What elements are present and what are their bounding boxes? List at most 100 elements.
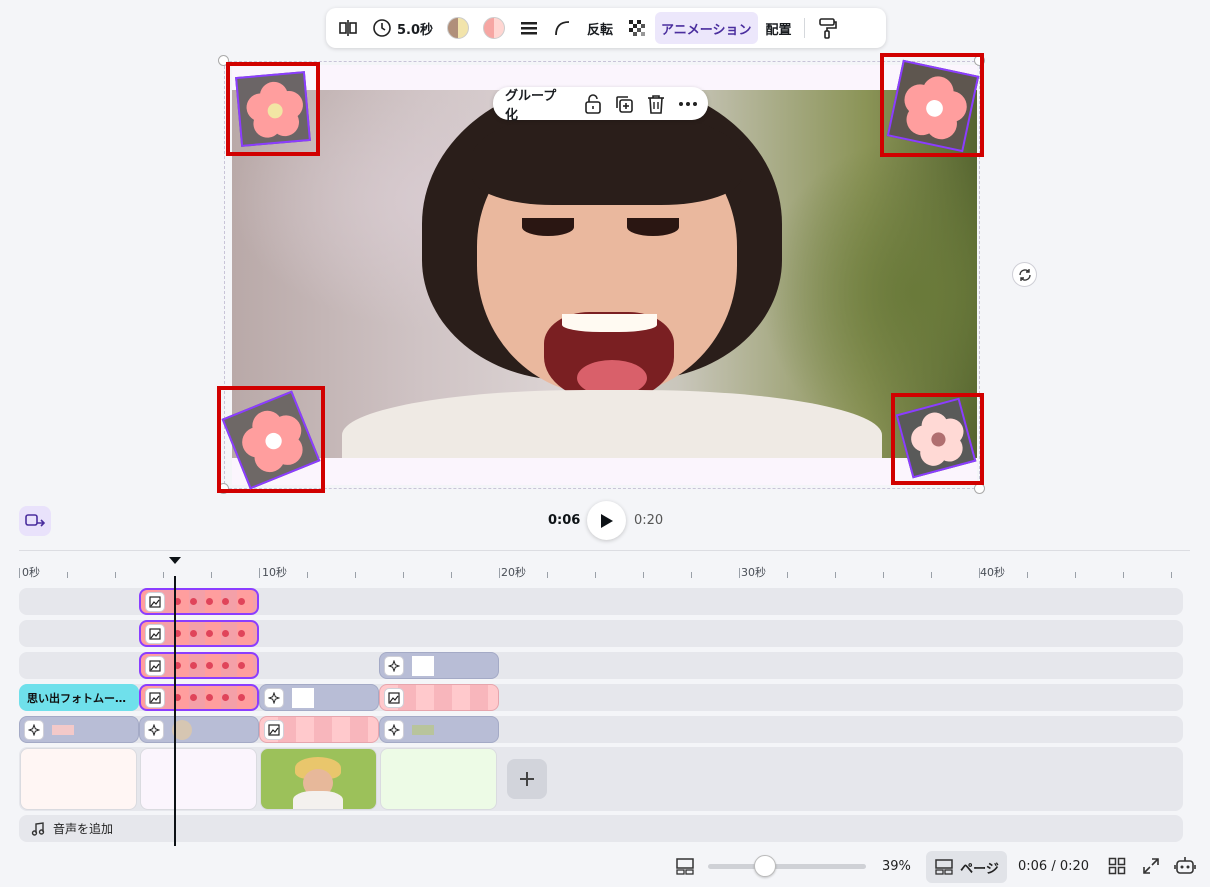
music-note-icon <box>31 821 45 836</box>
position-button[interactable]: 配置 <box>760 12 798 44</box>
ruler-tick <box>403 572 404 578</box>
ruler-label: 40秒 <box>980 566 1005 579</box>
more-options-button[interactable] <box>676 92 700 116</box>
graphic-clip[interactable] <box>379 652 499 679</box>
animation-button[interactable]: アニメーション <box>655 12 758 44</box>
page-thumbnail-4[interactable] <box>380 748 497 810</box>
color-swatch-icon <box>483 17 506 39</box>
clip-thumbnail-dot <box>222 662 229 669</box>
page-view-button[interactable]: ページ <box>926 851 1007 883</box>
ruler-tick <box>787 572 788 578</box>
color-button-2[interactable] <box>477 12 511 44</box>
add-audio-track[interactable]: 音声を追加 <box>19 815 1183 842</box>
flower-icon <box>242 410 303 473</box>
timeline-toggle-button[interactable] <box>675 856 695 880</box>
zoom-slider-handle[interactable] <box>753 855 776 877</box>
zoom-slider[interactable] <box>708 864 866 869</box>
thumbnail-shirt <box>293 791 343 809</box>
border-style-button[interactable] <box>513 12 545 44</box>
text-clip[interactable]: 思い出フォトムー… <box>19 684 139 711</box>
page-track <box>19 747 1183 811</box>
page-thumbnail-2[interactable] <box>140 748 257 810</box>
trash-icon <box>648 94 665 114</box>
flip-button[interactable]: 反転 <box>581 12 619 44</box>
graphic-clip[interactable] <box>379 716 499 743</box>
assistant-button[interactable] <box>1174 855 1196 881</box>
graphic-clip[interactable] <box>19 716 139 743</box>
flower-highlight-top-right <box>880 53 984 157</box>
flower-clip[interactable] <box>139 652 259 679</box>
design-page[interactable] <box>232 65 977 485</box>
flower-sticker-top-left[interactable] <box>235 71 311 147</box>
flower-highlight-bottom-right <box>891 393 984 485</box>
ruler-tick <box>259 568 260 578</box>
add-page-button[interactable] <box>507 759 547 799</box>
ruler-tick <box>1123 572 1124 578</box>
ruler-label: 30秒 <box>741 566 766 579</box>
clip-thumbnail-dot <box>222 598 229 605</box>
ruler-tick <box>691 572 692 578</box>
flower-sticker-bottom-left[interactable] <box>221 390 321 490</box>
clip-thumbnail <box>412 724 434 735</box>
current-time: 0:06 <box>548 513 581 528</box>
clip-thumbnail <box>412 655 434 676</box>
play-button[interactable] <box>587 501 626 540</box>
rotate-button[interactable] <box>1012 262 1037 287</box>
sparkle-icon <box>384 719 404 740</box>
robot-icon <box>1174 857 1196 874</box>
lock-button[interactable] <box>581 92 605 116</box>
ruler-tick <box>1075 572 1076 578</box>
flower-clip[interactable] <box>139 588 259 615</box>
flower-clip[interactable] <box>139 620 259 647</box>
play-icon <box>600 513 613 528</box>
animation-label: アニメーション <box>661 22 752 38</box>
flower-clip[interactable] <box>139 684 259 711</box>
clip-thumbnail-dot <box>190 598 197 605</box>
ruler-tick <box>739 568 740 578</box>
corner-rounding-button[interactable] <box>547 12 579 44</box>
flower-sticker-bottom-right[interactable] <box>895 397 977 479</box>
graphic-clip[interactable] <box>259 684 379 711</box>
bunny-clip[interactable] <box>379 684 499 711</box>
graphic-clip[interactable] <box>139 716 259 743</box>
clip-thumbnail <box>52 724 74 735</box>
bunny-clip[interactable] <box>259 716 379 743</box>
image-icon <box>145 655 165 676</box>
transition-button[interactable] <box>19 506 51 536</box>
clock-icon <box>373 19 391 37</box>
timeline-view-icon <box>676 858 694 875</box>
page-thumbnail-3[interactable] <box>260 748 377 810</box>
fullscreen-button[interactable] <box>1142 857 1160 879</box>
ruler-tick <box>307 572 308 578</box>
page-thumbnail-1[interactable] <box>20 748 137 810</box>
ruler-tick <box>931 572 932 578</box>
timeline-ruler[interactable]: 0秒 10秒 20秒 30秒 40秒 <box>19 556 1184 584</box>
playhead[interactable] <box>174 576 176 846</box>
sparkle-icon <box>24 719 44 740</box>
flower-sticker-top-right[interactable] <box>886 59 980 153</box>
image-icon <box>145 591 165 612</box>
duration-button[interactable]: 5.0秒 <box>366 12 439 44</box>
child-photo[interactable] <box>232 90 977 458</box>
color-button-1[interactable] <box>441 12 475 44</box>
grid-view-button[interactable] <box>1108 857 1126 879</box>
flower-highlight-bottom-left <box>217 386 325 493</box>
photo-sweater <box>342 390 882 458</box>
clip-thumbnail-dot <box>190 662 197 669</box>
paint-roller-icon <box>818 18 837 39</box>
copy-style-button[interactable] <box>811 12 843 44</box>
duplicate-button[interactable] <box>613 92 637 116</box>
split-button[interactable] <box>332 12 364 44</box>
group-button[interactable]: グループ化 <box>501 85 573 123</box>
ruler-tick <box>1027 572 1028 578</box>
ruler-tick <box>355 572 356 578</box>
delete-button[interactable] <box>644 92 668 116</box>
color-swatch-icon <box>447 17 470 39</box>
playhead-handle[interactable] <box>169 557 181 564</box>
clip-thumbnail-dot <box>206 598 213 605</box>
flower-icon <box>911 412 964 466</box>
more-icon <box>679 101 698 106</box>
ruler-tick <box>979 568 980 578</box>
ruler-tick <box>835 572 836 578</box>
transparency-button[interactable] <box>621 12 653 44</box>
